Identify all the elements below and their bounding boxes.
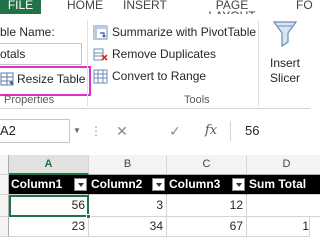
row-header[interactable]	[0, 217, 9, 237]
table-cell[interactable]: 1	[247, 217, 310, 237]
table-cell[interactable]: 3	[89, 195, 167, 217]
table-header-label: Column3	[169, 177, 221, 191]
table-header-cell[interactable]: Column3	[167, 175, 247, 195]
select-all-corner[interactable]	[0, 155, 9, 175]
ribbon-tab-bar: FILE HOME INSERT PAGE LAYOUT FO	[0, 0, 313, 22]
tools-group-label: Tools	[184, 94, 210, 106]
remove-duplicates-button[interactable]: Remove Duplicates	[93, 45, 216, 63]
formula-bar-grip-icon[interactable]: ⋮	[90, 124, 102, 138]
tab-insert[interactable]: INSERT	[123, 0, 167, 14]
table-cell-selected[interactable]: 56	[9, 195, 89, 217]
table-header-label: Sum Total	[249, 177, 307, 191]
group-separator	[87, 20, 88, 106]
convert-to-range-label: Convert to Range	[112, 69, 207, 83]
filter-dropdown-icon[interactable]	[74, 178, 87, 191]
row-header[interactable]	[0, 175, 9, 195]
column-header-d[interactable]: D	[247, 155, 320, 175]
table-header-cell[interactable]: Column2	[89, 175, 167, 195]
row-header[interactable]	[0, 195, 9, 217]
fill-handle[interactable]	[86, 214, 91, 219]
table-name-input[interactable]	[0, 43, 82, 65]
group-separator	[258, 20, 259, 106]
summarize-pivottable-button[interactable]: Summarize with PivotTable	[93, 23, 256, 41]
insert-slicer-label-line2: Slicer	[269, 71, 300, 85]
table-name-label: ble Name:	[0, 25, 55, 39]
properties-group-label: Properties	[4, 94, 55, 106]
filter-dropdown-icon[interactable]	[232, 178, 245, 191]
ribbon: ble Name: Resize Table Properties	[0, 14, 310, 109]
pivottable-icon	[93, 25, 108, 40]
table-cell[interactable]	[247, 195, 320, 217]
table-header-cell[interactable]: Column1	[9, 175, 89, 195]
tab-file[interactable]: FILE	[0, 0, 41, 14]
tab-home[interactable]: HOME	[60, 0, 110, 14]
remove-duplicates-icon	[93, 47, 108, 62]
table-cell[interactable]: 12	[167, 195, 247, 217]
formula-input[interactable]: 56	[245, 123, 259, 138]
worksheet-grid: A B C D Column1 Column2 Column3 Sum Tota…	[0, 155, 320, 244]
convert-to-range-button[interactable]: Convert to Range	[93, 67, 206, 85]
table-cell[interactable]: 34	[89, 217, 167, 237]
tab-formulas-partial[interactable]: FO	[296, 0, 313, 14]
convert-to-range-icon	[93, 69, 108, 84]
remove-duplicates-label: Remove Duplicates	[112, 47, 217, 61]
filter-dropdown-icon[interactable]	[152, 178, 165, 191]
table-header-label: Column1	[11, 177, 63, 191]
column-header-b[interactable]: B	[89, 155, 167, 175]
name-box-dropdown-icon[interactable]: ▼	[70, 119, 84, 143]
formula-bar-divider	[230, 121, 231, 141]
column-header-a[interactable]: A	[9, 155, 89, 175]
table-cell[interactable]: 67	[167, 217, 247, 237]
tab-page-layout[interactable]: PAGE LAYOUT	[192, 0, 272, 22]
summarize-pivottable-label: Summarize with PivotTable	[112, 25, 257, 39]
resize-table-button[interactable]: Resize Table	[0, 70, 85, 88]
resize-table-label: Resize Table	[17, 72, 86, 86]
table-header-label: Column2	[91, 177, 143, 191]
insert-slicer-label-line1: Insert	[269, 56, 300, 70]
insert-slicer-button[interactable]: Insert Slicer	[263, 18, 307, 98]
slicer-icon	[272, 20, 298, 50]
formula-bar: A2 ▼ ⋮ ✕ ✓ fx 56	[0, 118, 310, 145]
insert-function-icon[interactable]: fx	[202, 122, 220, 140]
confirm-entry-icon[interactable]: ✓	[166, 122, 184, 140]
resize-table-icon	[0, 72, 14, 86]
name-box[interactable]: A2	[0, 119, 70, 143]
table-cell[interactable]: 23	[9, 217, 89, 237]
column-header-c[interactable]: C	[167, 155, 247, 175]
cancel-entry-icon[interactable]: ✕	[113, 122, 131, 140]
table-header-cell[interactable]: Sum Total	[247, 175, 320, 195]
